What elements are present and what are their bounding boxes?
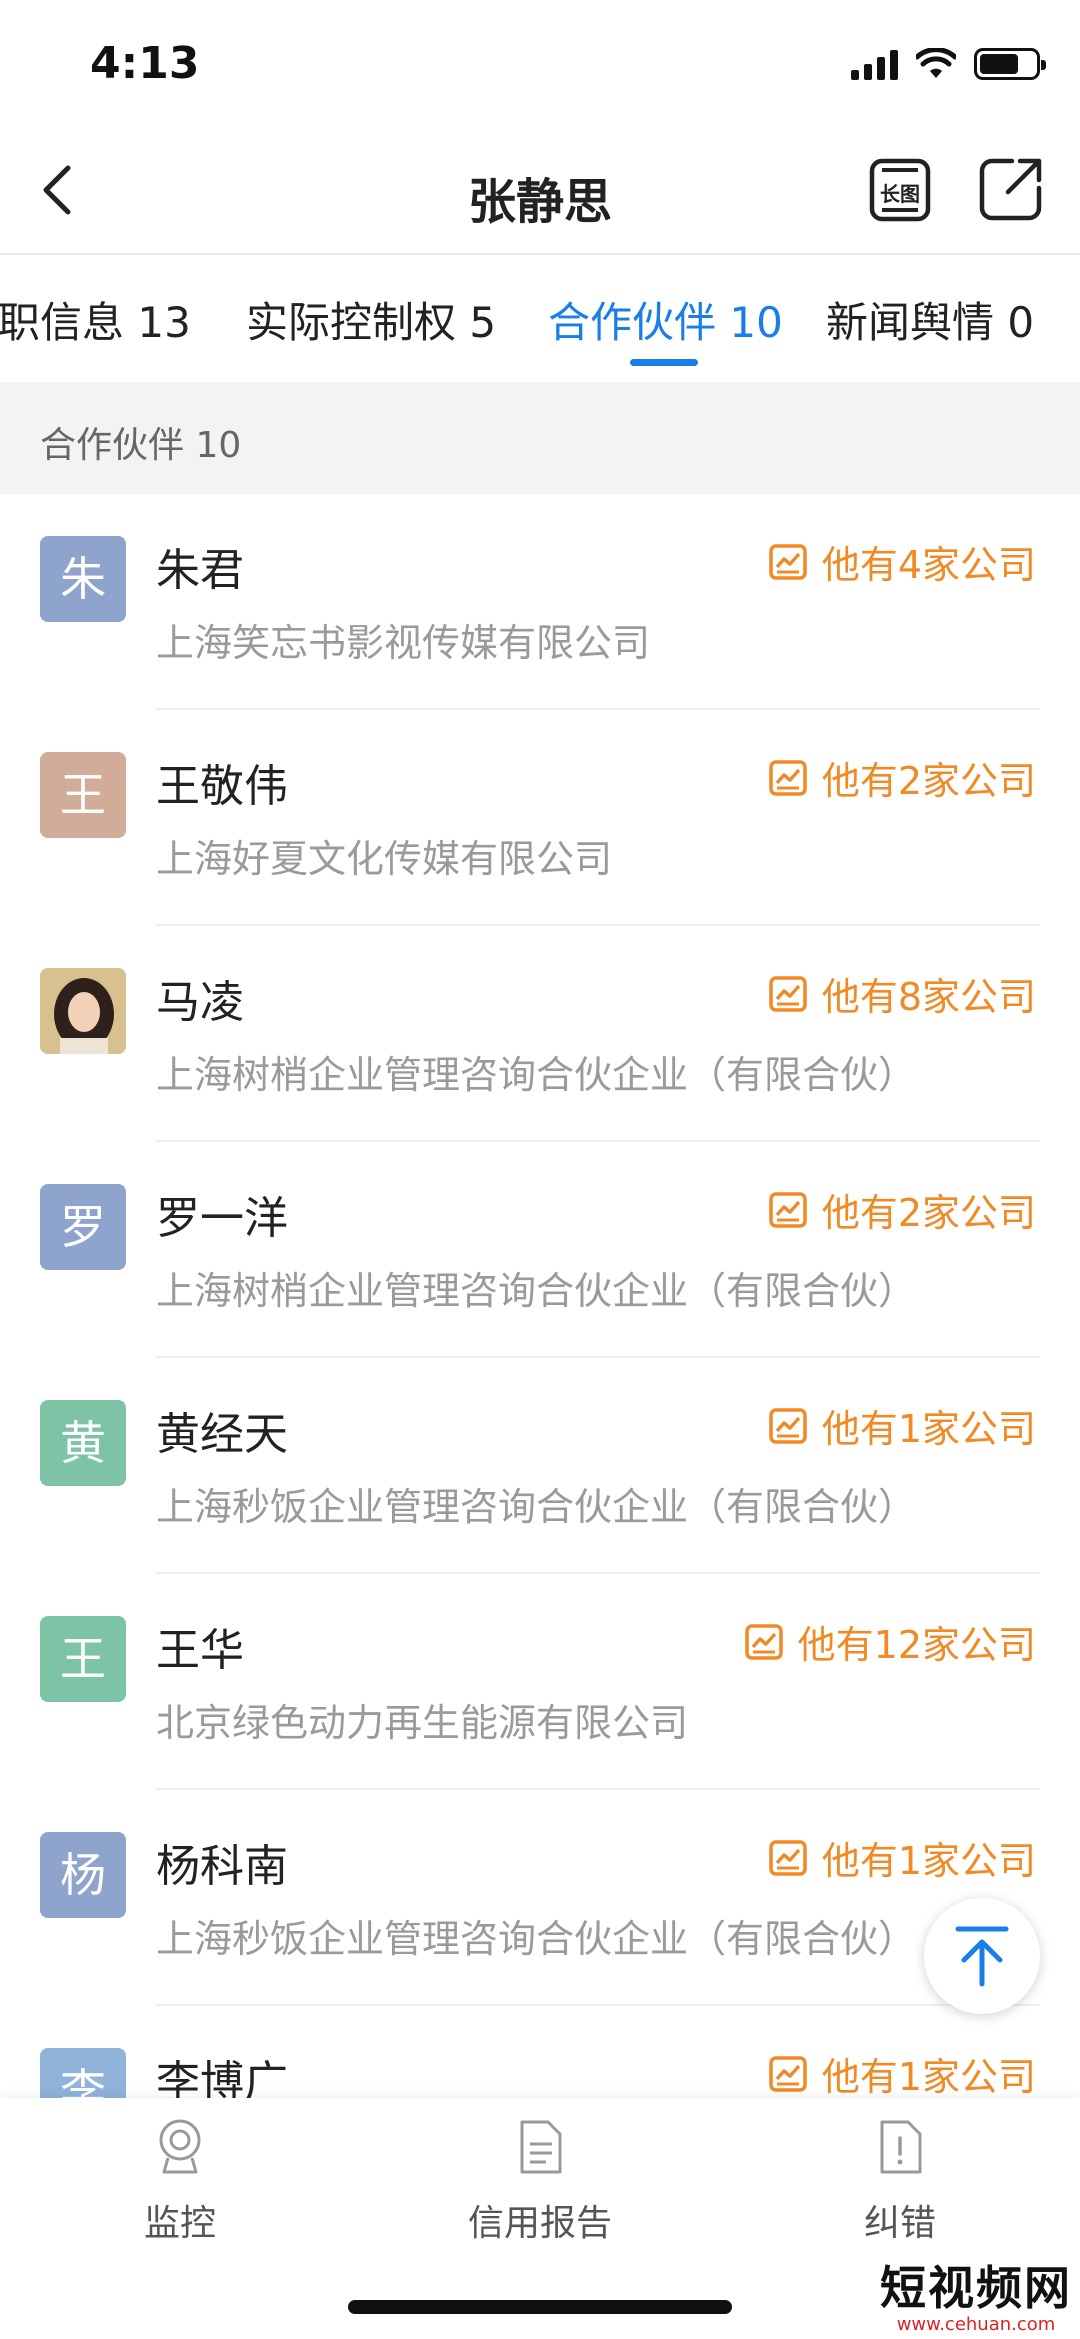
watermark-text: 短视频网 xyxy=(880,2261,1072,2315)
company-count-label: 他有2家公司 xyxy=(821,759,1036,803)
credit-report-label: 信用报告 xyxy=(467,2203,612,2244)
credit-report-button[interactable]: 信用报告 xyxy=(430,2118,650,2246)
active-tab-indicator xyxy=(630,359,698,366)
person-name: 罗一洋 xyxy=(156,1193,288,1244)
company-count-link[interactable]: 他有12家公司 xyxy=(744,1614,1036,1669)
nav-bar: 张静思 长图 xyxy=(0,130,1080,255)
section-title: 合作伙伴 10 xyxy=(40,425,242,466)
avatar: 罗 xyxy=(40,1184,126,1270)
company-name: 上海树梢企业管理咨询合伙企业（有限合伙） xyxy=(156,1053,917,1097)
person-name: 王华 xyxy=(156,1625,244,1676)
list-item[interactable]: 黄 黄经天 上海秒饭企业管理咨询合伙企业（有限合伙） 他有1家公司 xyxy=(0,1358,1080,1574)
company-name: 上海秒饭企业管理咨询合伙企业（有限合伙） xyxy=(156,1917,917,1961)
company-count-label: 他有8家公司 xyxy=(821,975,1036,1019)
trend-chart-icon xyxy=(769,975,807,1012)
person-name: 黄经天 xyxy=(156,1409,288,1460)
tab-partners[interactable]: 合作伙伴 10 xyxy=(548,289,783,350)
arrow-up-icon xyxy=(955,1926,1009,1987)
section-header: 合作伙伴 10 xyxy=(0,382,1080,494)
trend-chart-icon xyxy=(769,1407,807,1444)
battery-icon xyxy=(974,48,1046,80)
company-count-link[interactable]: 他有2家公司 xyxy=(768,1182,1036,1237)
company-count-label: 他有4家公司 xyxy=(821,543,1036,587)
trend-chart-icon xyxy=(769,1191,807,1228)
company-name: 上海笑忘书影视传媒有限公司 xyxy=(156,621,651,665)
company-count-label: 他有1家公司 xyxy=(821,2055,1036,2099)
error-report-button[interactable]: 纠错 xyxy=(790,2118,1010,2246)
company-name: 上海树梢企业管理咨询合伙企业（有限合伙） xyxy=(156,1269,917,1313)
person-name: 杨科南 xyxy=(156,1841,288,1892)
person-name: 王敬伟 xyxy=(156,761,288,812)
home-indicator xyxy=(348,2300,732,2314)
avatar: 王 xyxy=(40,752,126,838)
tab-news[interactable]: 新闻舆情 0 xyxy=(826,289,1034,350)
company-count-label: 他有1家公司 xyxy=(821,1407,1036,1451)
person-name: 马凌 xyxy=(156,977,244,1028)
scroll-to-top-button[interactable] xyxy=(924,1898,1040,2014)
company-count-link[interactable]: 他有2家公司 xyxy=(768,750,1036,805)
camera-icon xyxy=(159,2119,201,2174)
list-item[interactable]: 王 王华 北京绿色动力再生能源有限公司 他有12家公司 xyxy=(0,1574,1080,1790)
company-count-label: 他有12家公司 xyxy=(797,1623,1036,1667)
company-name: 上海好夏文化传媒有限公司 xyxy=(156,837,613,881)
trend-chart-icon xyxy=(769,543,807,580)
status-time: 4:13 xyxy=(90,38,200,89)
monitor-button[interactable]: 监控 xyxy=(70,2118,290,2246)
list-item[interactable]: 马凌 上海树梢企业管理咨询合伙企业（有限合伙） 他有8家公司 xyxy=(0,926,1080,1142)
error-report-label: 纠错 xyxy=(863,2203,936,2244)
partner-list: 朱 朱君 上海笑忘书影视传媒有限公司 他有4家公司 王 王敬伟 上海好夏文化传媒… xyxy=(0,494,1080,2222)
watermark-url: www.cehuan.com xyxy=(896,2314,1056,2335)
company-count-link[interactable]: 他有4家公司 xyxy=(768,534,1036,589)
company-count-link[interactable]: 他有8家公司 xyxy=(768,966,1036,1021)
company-name: 北京绿色动力再生能源有限公司 xyxy=(156,1701,689,1745)
company-count-link[interactable]: 他有1家公司 xyxy=(768,2046,1036,2101)
company-name: 上海秒饭企业管理咨询合伙企业（有限合伙） xyxy=(156,1485,917,1529)
trend-chart-icon xyxy=(769,2055,807,2092)
tab-employment-info[interactable]: 任职信息 13 xyxy=(0,289,191,350)
list-item[interactable]: 朱 朱君 上海笑忘书影视传媒有限公司 他有4家公司 xyxy=(0,494,1080,710)
status-bar: 4:13 xyxy=(0,0,1080,130)
list-item[interactable]: 王 王敬伟 上海好夏文化传媒有限公司 他有2家公司 xyxy=(0,710,1080,926)
document-icon xyxy=(520,2120,562,2174)
share-icon[interactable] xyxy=(978,156,1044,222)
error-report-icon xyxy=(880,2120,922,2174)
tab-bar: 任职信息 13 实际控制权 5 合作伙伴 10 新闻舆情 0 xyxy=(0,257,1080,382)
status-icons xyxy=(851,48,1046,80)
trend-chart-icon xyxy=(769,759,807,796)
long-image-button[interactable]: 长图 xyxy=(868,158,932,222)
avatar: 王 xyxy=(40,1616,126,1702)
avatar-photo xyxy=(40,968,126,1054)
company-count-label: 他有1家公司 xyxy=(821,1839,1036,1883)
watermark: 短视频网 www.cehuan.com xyxy=(880,2252,1072,2335)
list-item[interactable]: 罗 罗一洋 上海树梢企业管理咨询合伙企业（有限合伙） 他有2家公司 xyxy=(0,1142,1080,1358)
person-photo-icon xyxy=(40,968,126,1054)
long-image-label: 长图 xyxy=(880,182,920,206)
company-count-label: 他有2家公司 xyxy=(821,1191,1036,1235)
cellular-signal-icon xyxy=(851,48,898,80)
avatar: 杨 xyxy=(40,1832,126,1918)
tab-actual-control[interactable]: 实际控制权 5 xyxy=(246,289,496,350)
trend-chart-icon xyxy=(744,1623,783,1660)
list-item[interactable]: 杨 杨科南 上海秒饭企业管理咨询合伙企业（有限合伙） 他有1家公司 xyxy=(0,1790,1080,2006)
avatar: 朱 xyxy=(40,536,126,622)
monitor-label: 监控 xyxy=(143,2203,216,2244)
company-count-link[interactable]: 他有1家公司 xyxy=(768,1398,1036,1453)
company-count-link[interactable]: 他有1家公司 xyxy=(768,1830,1036,1885)
trend-chart-icon xyxy=(769,1839,807,1876)
person-name: 朱君 xyxy=(156,545,244,596)
avatar: 黄 xyxy=(40,1400,126,1486)
wifi-icon xyxy=(916,48,956,78)
